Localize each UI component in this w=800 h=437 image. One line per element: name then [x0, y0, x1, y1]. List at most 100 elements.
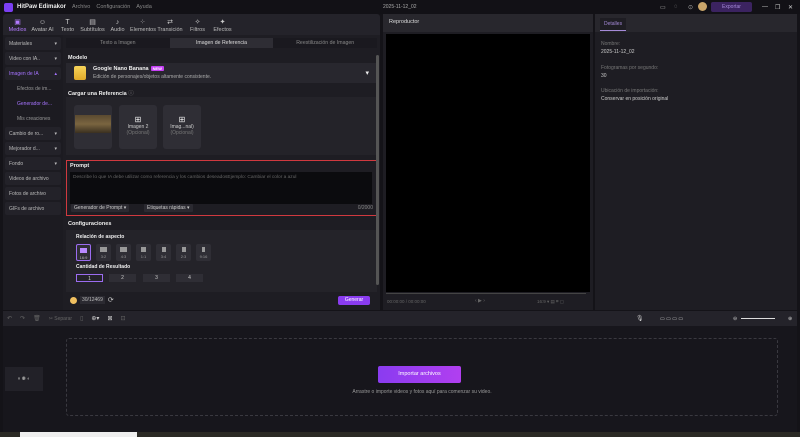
tool-transicion[interactable]: ⇄ Transición	[155, 18, 185, 35]
sidebar-item-gifs[interactable]: GIFs de archivo	[5, 202, 61, 215]
layout-icon[interactable]: ▭	[660, 4, 666, 11]
track-tools[interactable]: ▭ ▭ ▭ ▭	[660, 316, 683, 322]
sidebar-item-fotos[interactable]: Fotos de archivo	[5, 187, 61, 200]
tab-detalles[interactable]: Detalles	[600, 18, 627, 31]
filters-icon: ✧	[194, 19, 201, 26]
playback-controls[interactable]: ‹ ▶ ›	[475, 298, 485, 304]
tool-filtros[interactable]: ✧ Filtros	[185, 18, 210, 35]
prompt-generator-button[interactable]: Generador de Prompt ▾	[71, 204, 130, 212]
crop-icon[interactable]: ⊠	[107, 315, 112, 322]
download-icon[interactable]: ⊙	[688, 4, 693, 11]
redo-icon[interactable]: ↷	[20, 315, 25, 322]
aspect-3-2[interactable]: 3:2	[96, 244, 111, 261]
tool-label: Efectos	[213, 27, 232, 33]
taskbar-search[interactable]	[20, 432, 137, 437]
count-2[interactable]: 2	[109, 274, 136, 282]
tool-label: Medios	[8, 27, 27, 33]
sidebar-item-imagen-ia[interactable]: Imagen de IA ▴	[5, 67, 61, 80]
sidebar-sub-generador[interactable]: Generador de...	[3, 97, 63, 110]
avatar[interactable]	[698, 2, 707, 11]
audio-icon: ♪	[115, 19, 120, 26]
model-thumbnail	[74, 66, 86, 80]
config-heading: Configuraciones	[68, 221, 112, 227]
delete-icon[interactable]: 🗑	[33, 315, 41, 322]
sidebar-label: GIFs de archivo	[9, 205, 45, 212]
tab-texto-imagen[interactable]: Texto a Imagen	[66, 38, 170, 48]
sidebar-item-videos[interactable]: Videos de archivo	[5, 172, 61, 185]
sidebar-sub-efectos[interactable]: Efectos de im...	[3, 82, 63, 95]
sidebar-item-mejorador[interactable]: Mejorador d... ▾	[5, 142, 61, 155]
feedback-icon[interactable]: ◌	[674, 4, 678, 10]
tool-avatar[interactable]: ☺ Avatar AI	[30, 18, 55, 35]
count-4[interactable]: 4	[176, 274, 203, 282]
drop-zone[interactable]: Importar archivos Arrastre o importe vid…	[66, 338, 778, 416]
count-1[interactable]: 1	[76, 274, 103, 282]
reference-slot-1[interactable]	[74, 105, 112, 149]
sidebar-item-video-ia[interactable]: Video con IA.. ▾	[5, 52, 61, 65]
tool-audio[interactable]: ♪ Audio	[105, 18, 130, 35]
generate-button[interactable]: Generar	[338, 296, 370, 305]
track-controls[interactable]: ⏸ ◉ ◐	[5, 367, 43, 391]
coin-icon	[70, 296, 77, 304]
location-value: Conservar en posición original	[601, 96, 669, 102]
mode-tabs: Texto a Imagen Imagen de Referencia Rees…	[66, 38, 377, 48]
details-header: Detalles	[595, 14, 797, 32]
reference-slot-2[interactable]: ⊞ Imagen 2 (Opcional)	[119, 105, 157, 149]
aspect-9-16[interactable]: 9:16	[196, 244, 211, 261]
chevron-down-icon[interactable]: ▾	[365, 69, 369, 77]
taskbar	[0, 432, 800, 437]
tool-label: Filtros	[190, 27, 205, 33]
aspect-16-9[interactable]: 16:9	[76, 244, 91, 261]
aspect-3-4[interactable]: 3:4	[156, 244, 171, 261]
ratio-select[interactable]: 16:9 ▾ ▤ ⌗ ▢	[537, 299, 564, 305]
tool-texto[interactable]: T Texto	[55, 18, 80, 35]
tool-subtitulos[interactable]: ▤ Subtítulos	[80, 18, 105, 35]
menu-ayuda[interactable]: Ayuda	[136, 4, 152, 10]
tool-elementos[interactable]: ⁘ Elementos	[130, 18, 156, 35]
media-icon: ▣	[14, 19, 21, 26]
prompt-input[interactable]: Describe lo que IA debe utilizar como re…	[70, 172, 372, 204]
sidebar-label: Fondo	[9, 160, 24, 167]
zoom-in-icon[interactable]: ⊕	[788, 316, 792, 322]
progress-slider[interactable]	[386, 293, 586, 294]
tab-reestilizacion[interactable]: Reestilización de Imagen	[273, 38, 377, 48]
tool-medios[interactable]: ▣ Medios	[5, 18, 30, 35]
tool-efectos[interactable]: ✦ Efectos	[210, 18, 235, 35]
app-title: HitPaw Edimakor	[17, 4, 67, 10]
refresh-icon[interactable]: ⟳	[108, 296, 114, 304]
tab-imagen-referencia[interactable]: Imagen de Referencia	[169, 38, 274, 48]
export-button[interactable]: Exportar	[711, 2, 752, 12]
model-select[interactable]: Google Nano Banana NEW Edición de persona…	[66, 63, 377, 83]
count-3[interactable]: 3	[143, 274, 170, 282]
count-heading: Cantidad de Resultado	[76, 264, 131, 270]
quick-tags-button[interactable]: Etiquetas rápidas ▾	[144, 204, 193, 212]
aspect-2-3[interactable]: 2:3	[176, 244, 191, 261]
fps-label: Fotogramas por segundo:	[601, 65, 659, 71]
zoom-out-icon[interactable]: ⊖	[733, 316, 737, 322]
split-button[interactable]: ✂ Separar	[49, 316, 72, 322]
tool-label: Elementos	[130, 27, 156, 33]
sidebar-item-fondo[interactable]: Fondo ▾	[5, 157, 61, 170]
minimize-icon[interactable]: —	[762, 4, 768, 10]
sidebar-sub-mis-creaciones[interactable]: Mis creaciones	[3, 112, 63, 125]
close-icon[interactable]: ✕	[788, 4, 793, 11]
tool-label: Audio	[110, 27, 125, 33]
import-files-button[interactable]: Importar archivos	[378, 366, 461, 383]
zoom-slider[interactable]	[741, 318, 775, 319]
aspect-1-1[interactable]: 1:1	[136, 244, 151, 261]
sidebar-label: Videos de archivo	[9, 175, 49, 182]
mic-icon[interactable]: 🎙	[636, 315, 644, 322]
menu-archivo[interactable]: Archivo	[72, 4, 90, 10]
undo-icon[interactable]: ↶	[7, 315, 12, 322]
scrollbar[interactable]	[376, 55, 379, 285]
restore-icon[interactable]: ❐	[775, 4, 780, 11]
sidebar-item-materiales[interactable]: Materiales ▾	[5, 37, 61, 50]
reference-slot-3[interactable]: ⊞ Imag...nal) (Opcional)	[163, 105, 201, 149]
speed-icon[interactable]: ⊕▾	[91, 315, 99, 322]
menu-configuracion[interactable]: Configuración	[96, 4, 130, 10]
sidebar-item-cambio[interactable]: Cambio de ro... ▾	[5, 127, 61, 140]
new-badge: NEW	[150, 66, 164, 71]
marker-icon[interactable]: ▯	[80, 315, 83, 322]
freeze-icon[interactable]: ⊡	[120, 315, 125, 322]
aspect-4-3[interactable]: 4:3	[116, 244, 131, 261]
